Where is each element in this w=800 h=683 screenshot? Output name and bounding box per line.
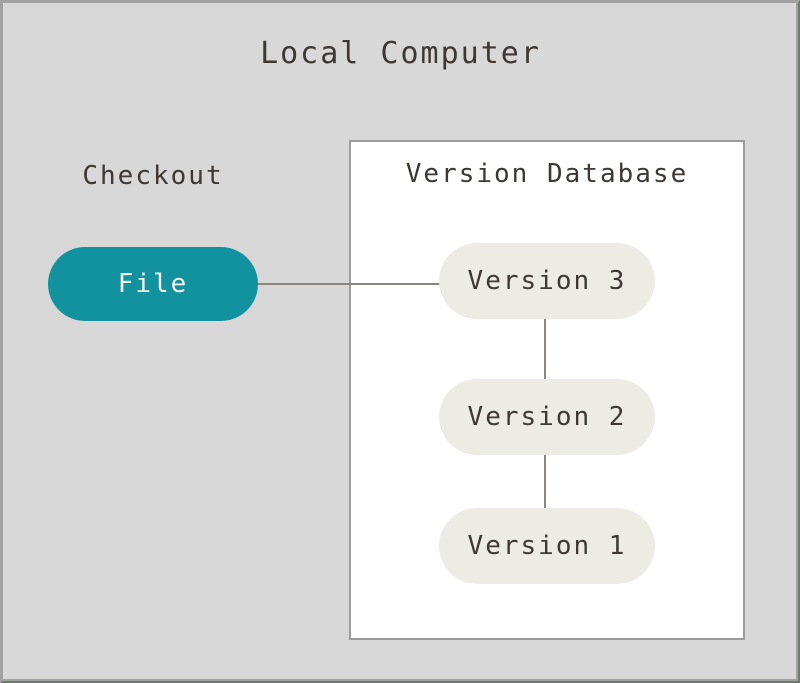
connector-file-to-version3 [258, 283, 448, 285]
file-node: File [48, 247, 258, 321]
local-computer-diagram: Local Computer Checkout Version Database… [0, 0, 800, 683]
version1-node: Version 1 [439, 508, 655, 584]
version-database-title: Version Database [351, 159, 743, 189]
diagram-title: Local Computer [3, 36, 798, 71]
connector-version3-to-version2 [544, 319, 546, 381]
connector-version2-to-version1 [544, 455, 546, 510]
version2-node: Version 2 [439, 379, 655, 455]
version3-node: Version 3 [439, 243, 655, 319]
checkout-label: Checkout [48, 161, 258, 191]
